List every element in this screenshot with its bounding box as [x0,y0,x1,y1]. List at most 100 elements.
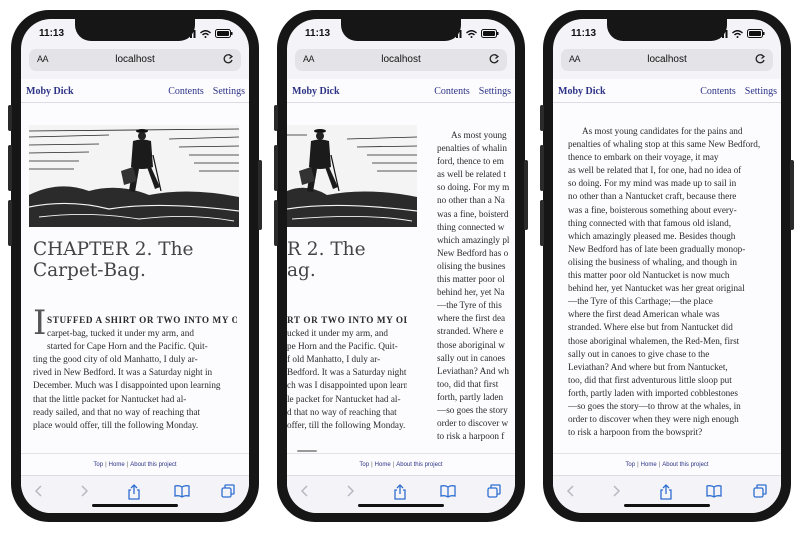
book-title-link[interactable]: Moby Dick [558,86,606,97]
settings-link[interactable]: Settings [745,86,777,97]
paragraph-line: —so goes the story [437,404,508,415]
browser-toolbar [21,475,249,513]
footer-top-link[interactable]: Top [359,462,369,468]
settings-link[interactable]: Settings [479,86,511,97]
paragraph-line: thence to embark on their voyage, it may [568,152,719,163]
paragraph-line: too, did that first [437,378,499,389]
paragraph-line: —so goes the story—to throw at the whale… [568,400,741,411]
footer-top-link[interactable]: Top [625,462,635,468]
forward-icon[interactable] [344,484,356,498]
paragraph-line: STUFFED A SHIRT OR TWO INTO MY OLD [47,315,237,325]
footer-about-link[interactable]: About this project [130,462,176,468]
page-footer: Top | Home | About this project [287,453,515,475]
paragraph-line: offer, till the following Monday. [287,419,406,430]
url-text[interactable]: localhost [29,54,241,65]
settings-link[interactable]: Settings [213,86,245,97]
forward-icon[interactable] [78,484,90,498]
bookmarks-icon[interactable] [706,484,722,498]
paragraph-line: ch was I disappointed upon learning [287,380,407,391]
paragraph-line: As most young candidates for the pains a… [582,126,743,136]
wifi-icon [200,29,211,38]
footer-about-link[interactable]: About this project [662,462,708,468]
paragraph-line: ready sailed, and that no way of reachin… [33,406,201,417]
paragraph-line: where the first dea [437,313,506,324]
book-title-link[interactable]: Moby Dick [292,86,340,97]
share-icon[interactable] [127,484,141,500]
phone-1: 11:13 AA localhost Moby Dick Contents Se… [8,10,262,522]
paragraph-line: RT OR TWO INTO MY OLD [287,315,407,325]
home-indicator [358,504,444,507]
status-time: 11:13 [39,28,65,39]
screen: 11:13 AA localhost Moby Dick Contents Se… [553,19,781,513]
paragraph-line: penalties of whalin [437,143,507,154]
paragraph-line: started for Cape Horn and the Pacific. Q… [47,341,208,352]
paragraph-line: forth, partly laden with imported cobble… [568,387,738,398]
web-content: Moby Dick Contents Settings [21,79,249,475]
footer-about-link[interactable]: About this project [396,462,442,468]
paragraph-line: no other than a Na [437,195,505,206]
contents-link[interactable]: Contents [700,86,736,97]
back-icon[interactable] [565,484,577,498]
back-icon[interactable] [33,484,45,498]
paragraph-line: carpet-bag, tucked it under my arm, and [47,328,194,339]
paragraph-line: behind her, yet Na [437,287,505,298]
tabs-icon[interactable] [753,484,767,498]
footer-home-link[interactable]: Home [109,462,125,468]
url-bar[interactable]: AA localhost [29,49,241,71]
paragraph-1: STUFFED A SHIRT OR TWO INTO MY OLD carpe… [33,314,237,432]
paragraph-line: place would offer, till the following Mo… [33,419,199,430]
url-bar[interactable]: AA localhost [295,49,507,71]
reload-icon[interactable] [222,53,234,65]
browser-toolbar [553,475,781,513]
home-indicator [624,504,710,507]
page-footer: Top | Home | About this project [21,453,249,475]
paragraph-line: pe Horn and the Pacific. Quit- [287,341,398,352]
page-scroll-indicator [297,450,317,452]
url-text[interactable]: localhost [295,54,507,65]
url-bar[interactable]: AA localhost [561,49,773,71]
paragraph-line: —the Tyre of this [437,300,502,311]
battery-icon [481,29,499,38]
wifi-icon [466,29,477,38]
url-text[interactable]: localhost [561,54,773,65]
back-icon[interactable] [299,484,311,498]
paragraph-line: Leviathan? And where but from Nantucket, [568,361,728,372]
paragraph-line: December. Much was I disappointed upon l… [33,380,221,391]
footer-home-link[interactable]: Home [641,462,657,468]
paragraph-line: those aboriginal whalemen, the Red-Men, … [568,335,740,346]
paragraph-1: RT OR TWO INTO MY OLD ucked it under my … [287,314,407,432]
bookmarks-icon[interactable] [174,484,190,498]
notch [607,19,727,41]
tabs-icon[interactable] [221,484,235,498]
reader-navbar: Moby Dick Contents Settings [553,79,781,103]
reload-icon[interactable] [754,53,766,65]
paragraph-line: order to discover when they were nigh en… [568,414,739,425]
forward-icon[interactable] [610,484,622,498]
paragraph-line: was a fine, boisterous something about e… [568,204,737,215]
paragraph-line: sally out in canoes [437,352,506,363]
paragraph-2-partial: As most young penalties of whalin ford, … [437,129,515,443]
book-title-link[interactable]: Moby Dick [26,86,74,97]
paragraph-line: too, did that first adventurous little s… [568,374,732,385]
chapter-title: CHAPTER 2. The Carpet-Bag. [33,239,243,281]
page-footer: Top | Home | About this project [553,453,781,475]
footer-home-link[interactable]: Home [375,462,391,468]
home-indicator [92,504,178,507]
tabs-icon[interactable] [487,484,501,498]
contents-link[interactable]: Contents [434,86,470,97]
wifi-icon [732,29,743,38]
reload-icon[interactable] [488,53,500,65]
phone-2: 11:13 AA localhost Moby Dick Contents Se… [274,10,528,522]
status-time: 11:13 [571,28,597,39]
bookmarks-icon[interactable] [440,484,456,498]
paragraph-line: rived in New Bedford. It was a Saturday … [33,367,213,378]
share-icon[interactable] [393,484,407,500]
paragraph-line: Leviathan? And wh [437,365,509,376]
footer-top-link[interactable]: Top [93,462,103,468]
paragraph-line: olising the busines [437,260,506,271]
contents-link[interactable]: Contents [168,86,204,97]
browser-toolbar [287,475,515,513]
paragraph-line: ucked it under my arm, and [287,328,389,339]
web-content: Moby Dick Contents Settings [287,79,515,475]
share-icon[interactable] [659,484,673,500]
